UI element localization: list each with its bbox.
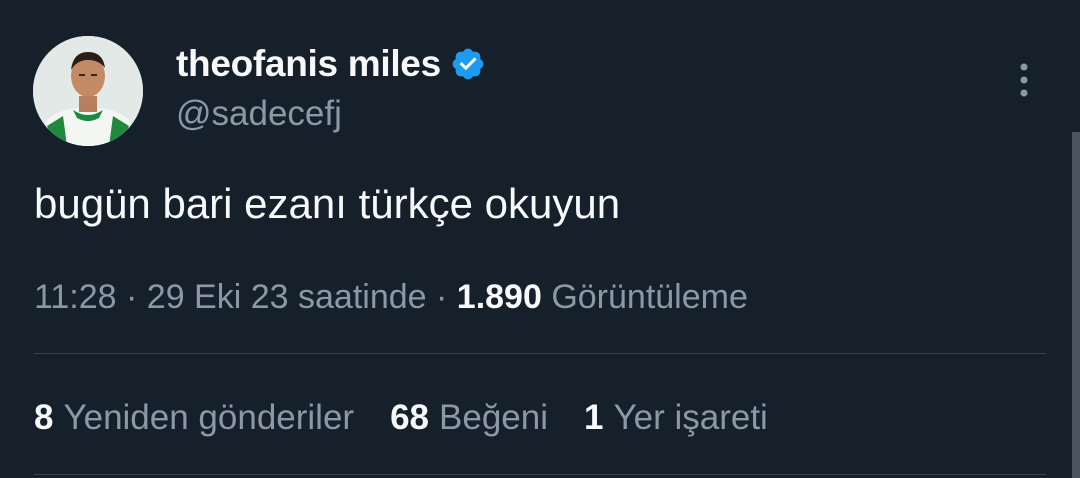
avatar[interactable] <box>33 36 143 146</box>
more-vertical-icon[interactable] <box>1010 60 1038 100</box>
author-name-row: theofanis miles <box>176 42 486 86</box>
likes-count: 68 <box>390 398 430 437</box>
verified-badge-icon <box>450 46 486 82</box>
author-display-name[interactable]: theofanis miles <box>176 43 441 85</box>
stat-likes[interactable]: 68 Beğeni <box>390 398 548 438</box>
bookmarks-label: Yer işareti <box>613 398 768 437</box>
reposts-label: Yeniden gönderiler <box>63 398 355 437</box>
tweet-meta: 11:28 · 29 Eki 23 saatinde · 1.890 Görün… <box>34 278 748 317</box>
likes-label: Beğeni <box>439 398 549 437</box>
avatar-photo <box>33 36 143 146</box>
tweet-text: bugün bari ezanı türkçe okuyun <box>34 180 621 227</box>
tweet-time[interactable]: 11:28 <box>34 278 117 316</box>
engagement-stats: 8 Yeniden gönderiler 68 Beğeni 1 Yer işa… <box>34 398 768 438</box>
views-label: Görüntüleme <box>551 278 748 316</box>
tweet-detail: theofanis miles @sadecefj bugün bari eza… <box>0 0 1080 478</box>
divider <box>34 353 1046 354</box>
scrollbar[interactable] <box>1072 132 1080 478</box>
meta-separator: · <box>126 278 147 316</box>
author-handle[interactable]: @sadecefj <box>176 94 342 134</box>
bookmarks-count: 1 <box>584 398 604 437</box>
reposts-count: 8 <box>34 398 54 437</box>
stat-reposts[interactable]: 8 Yeniden gönderiler <box>34 398 354 438</box>
tweet-date[interactable]: 29 Eki 23 saatinde <box>147 278 427 316</box>
stat-bookmarks[interactable]: 1 Yer işareti <box>584 398 768 438</box>
divider <box>34 474 1046 475</box>
views-count: 1.890 <box>456 278 552 316</box>
meta-separator: · <box>436 278 457 316</box>
